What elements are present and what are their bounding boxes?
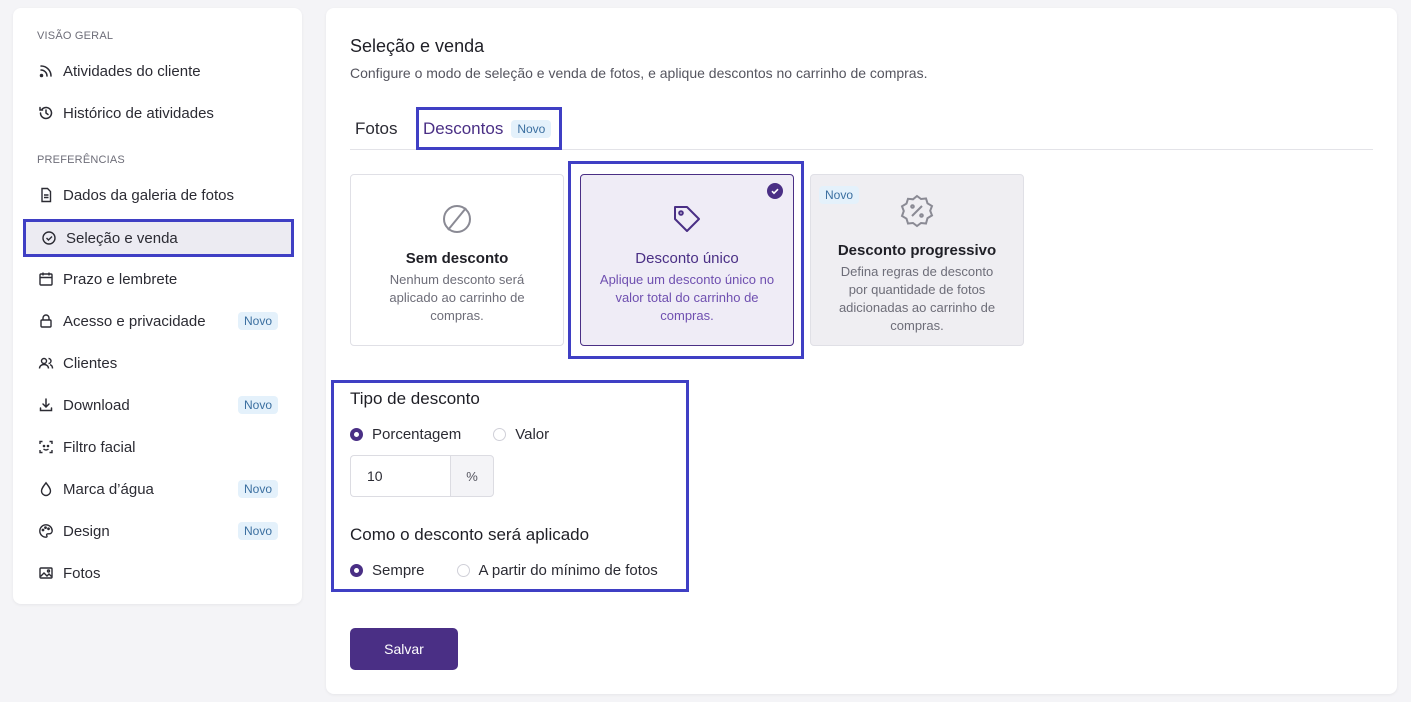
sidebar-item-label: Histórico de atividades	[63, 104, 214, 122]
rss-icon	[37, 63, 54, 80]
radio-minimo-fotos[interactable]: A partir do mínimo de fotos	[456, 562, 658, 579]
new-badge: Novo	[237, 312, 278, 330]
section-title-prefs: PREFERÊNCIAS	[37, 154, 125, 166]
sidebar-item-atividades[interactable]: Atividades do cliente	[37, 58, 278, 84]
card-desc: Defina regras de desconto por quantidade…	[838, 264, 996, 333]
radio-sempre[interactable]: Sempre	[350, 562, 425, 579]
card-sem-desconto[interactable]: Sem desconto Nenhum desconto será aplica…	[350, 174, 564, 346]
tab-label: Descontos	[423, 118, 504, 138]
check-icon	[767, 183, 783, 199]
card-desc: Aplique um desconto único no valor total…	[599, 272, 775, 323]
lock-icon	[37, 313, 54, 330]
image-icon	[37, 565, 54, 582]
radio-label: A partir do mínimo de fotos	[478, 562, 658, 579]
radio-selected-icon	[350, 428, 363, 441]
card-title: Desconto progressivo	[837, 242, 997, 259]
radio-label: Porcentagem	[372, 426, 462, 443]
palette-icon	[37, 523, 54, 540]
page-title: Seleção e venda	[350, 36, 485, 56]
new-badge: Novo	[237, 396, 278, 414]
radio-selected-icon	[350, 564, 363, 577]
sidebar-item-label: Marca d’água	[63, 480, 154, 498]
radio-valor[interactable]: Valor	[493, 426, 549, 443]
sidebar-item-label: Filtro facial	[63, 438, 136, 456]
sidebar-item-design[interactable]: Design Novo	[37, 518, 278, 544]
main-panel: Seleção e venda Configure o modo de sele…	[326, 8, 1397, 694]
sidebar-item-label: Dados da galeria de fotos	[63, 186, 234, 204]
sidebar-item-download[interactable]: Download Novo	[37, 392, 278, 418]
download-icon	[37, 397, 54, 414]
users-icon	[37, 355, 54, 372]
tab-fotos[interactable]: Fotos	[355, 107, 398, 150]
discount-type-options: Porcentagem Valor	[350, 426, 549, 443]
discount-value-input[interactable]	[350, 455, 450, 497]
face-scan-icon	[37, 439, 54, 456]
sidebar-item-label: Seleção e venda	[66, 229, 178, 247]
save-button[interactable]: Salvar	[350, 628, 458, 670]
discount-settings: Tipo de desconto Porcentagem Valor % Com…	[331, 380, 689, 592]
card-title: Desconto único	[635, 250, 739, 267]
discount-type-title: Tipo de desconto	[350, 389, 480, 408]
sidebar-item-label: Clientes	[63, 354, 118, 372]
radio-porcentagem[interactable]: Porcentagem	[350, 426, 461, 443]
no-discount-icon	[439, 201, 475, 242]
sidebar-item-dados-galeria[interactable]: Dados da galeria de fotos	[37, 182, 278, 208]
discount-value-group: %	[350, 455, 494, 497]
tab-bar: Fotos Descontos Novo	[350, 107, 1373, 150]
sidebar-item-filtro-facial[interactable]: Filtro facial	[37, 434, 278, 460]
radio-label: Sempre	[372, 562, 425, 579]
tab-descontos[interactable]: Descontos Novo	[416, 107, 562, 150]
sidebar-item-label: Design	[63, 522, 110, 540]
card-desconto-unico[interactable]: Desconto único Aplique um desconto único…	[580, 174, 794, 346]
radio-unselected-icon	[456, 564, 470, 577]
tab-label: Fotos	[355, 118, 398, 138]
document-icon	[37, 187, 54, 204]
radio-unselected-icon	[493, 428, 507, 441]
sidebar-item-label: Atividades do cliente	[63, 62, 201, 80]
history-icon	[37, 105, 54, 122]
new-badge: Novo	[511, 119, 552, 138]
drop-icon	[37, 481, 54, 498]
sidebar-item-selecao-venda[interactable]: Seleção e venda	[23, 219, 294, 257]
tag-icon	[669, 201, 705, 242]
new-badge: Novo	[237, 480, 278, 498]
sidebar-item-acesso[interactable]: Acesso e privacidade Novo	[37, 308, 278, 334]
calendar-icon	[37, 271, 54, 288]
percent-suffix: %	[450, 455, 494, 497]
badge-check-icon	[40, 230, 57, 247]
sidebar-item-marca-dagua[interactable]: Marca d’água Novo	[37, 476, 278, 502]
apply-mode-title: Como o desconto será aplicado	[350, 525, 590, 544]
section-title-overview: VISÃO GERAL	[37, 30, 114, 42]
sidebar: VISÃO GERAL Atividades do cliente Histór…	[13, 8, 302, 604]
sidebar-item-label: Fotos	[63, 564, 101, 582]
percent-badge-icon	[899, 193, 935, 234]
card-desconto-progressivo[interactable]: Novo Desconto progressivo Defina regras …	[810, 174, 1024, 346]
sidebar-item-fotos[interactable]: Fotos	[37, 560, 278, 586]
card-desc: Nenhum desconto será aplicado ao carrinh…	[389, 272, 525, 323]
card-title: Sem desconto	[405, 250, 509, 267]
page-subtitle: Configure o modo de seleção e venda de f…	[350, 65, 928, 81]
sidebar-item-label: Acesso e privacidade	[63, 312, 206, 330]
sidebar-item-historico[interactable]: Histórico de atividades	[37, 100, 278, 126]
sidebar-item-label: Download	[63, 396, 130, 414]
apply-mode-options: Sempre A partir do mínimo de fotos	[350, 562, 658, 579]
sidebar-item-label: Prazo e lembrete	[63, 270, 178, 288]
sidebar-item-clientes[interactable]: Clientes	[37, 350, 278, 376]
new-badge: Novo	[237, 522, 278, 540]
new-badge: Novo	[819, 186, 860, 204]
radio-label: Valor	[515, 426, 550, 443]
sidebar-item-prazo[interactable]: Prazo e lembrete	[37, 266, 278, 292]
